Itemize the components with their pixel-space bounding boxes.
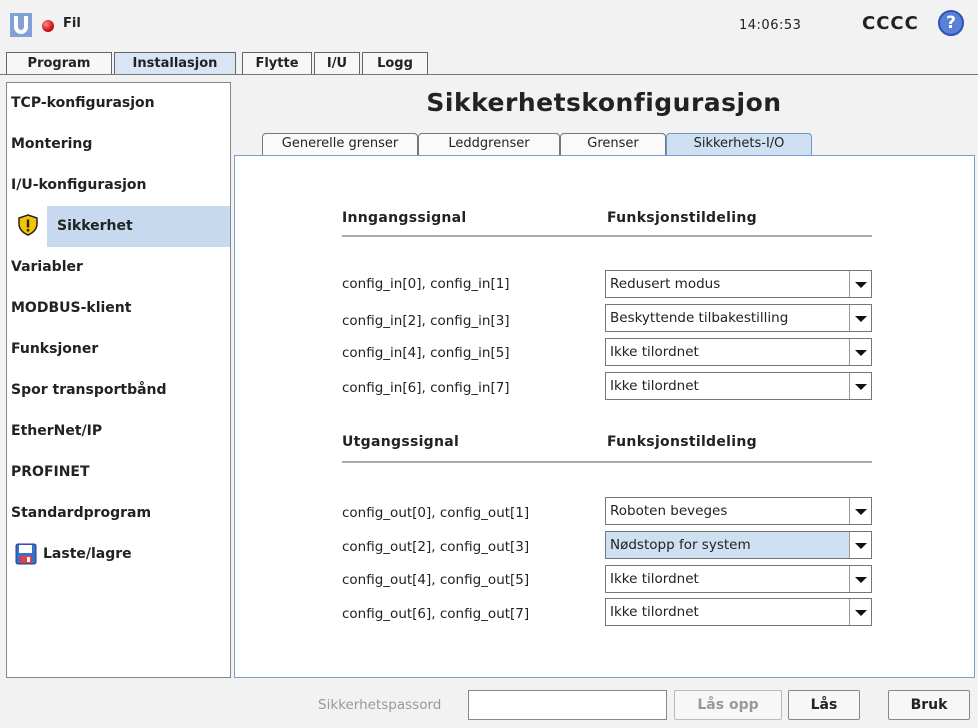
- select-value: Ikke tilordnet: [610, 344, 699, 360]
- tab-grenser[interactable]: Grenser: [560, 133, 666, 155]
- sidebar-item-standardprogram[interactable]: Standardprogram: [7, 493, 230, 534]
- password-field[interactable]: [468, 690, 667, 720]
- chevron-down-icon[interactable]: [849, 566, 871, 592]
- tab-flytte[interactable]: Flytte: [242, 52, 312, 74]
- help-icon[interactable]: ?: [938, 10, 964, 36]
- sidebar-item-ethernet-ip[interactable]: EtherNet/IP: [7, 411, 230, 452]
- chevron-down-icon[interactable]: [849, 271, 871, 297]
- sidebar-item-transportband[interactable]: Spor transportbånd: [7, 370, 230, 411]
- select-value: Ikke tilordnet: [610, 378, 699, 394]
- top-bar: Fil 14:06:53 CCCC ?: [0, 0, 978, 50]
- sidebar-item-laste-lagre[interactable]: Laste/lagre: [7, 534, 230, 575]
- robot-status-icon[interactable]: [42, 20, 54, 32]
- password-label: Sikkerhetspassord: [318, 697, 442, 713]
- input-signal-label: config_in[2], config_in[3]: [342, 313, 510, 329]
- chevron-down-icon[interactable]: [849, 532, 871, 558]
- bottom-bar: Sikkerhetspassord Lås opp Lås Bruk: [0, 683, 978, 728]
- apply-button[interactable]: Bruk: [888, 690, 970, 720]
- select-value: Ikke tilordnet: [610, 604, 699, 620]
- clock: 14:06:53: [739, 18, 802, 33]
- sidebar-item-profinet[interactable]: PROFINET: [7, 452, 230, 493]
- lock-button[interactable]: Lås: [788, 690, 860, 720]
- sidebar-item-iu-konfigurasjon[interactable]: I/U-konfigurasjon: [7, 165, 230, 206]
- input-function-header: Funksjonstildeling: [607, 210, 757, 226]
- robot-name: CCCC: [862, 13, 919, 34]
- ur-logo-icon: [10, 13, 32, 37]
- output-signal-label: config_out[4], config_out[5]: [342, 572, 530, 588]
- sidebar-item-variabler[interactable]: Variabler: [7, 247, 230, 288]
- select-value: Beskyttende tilbakestilling: [610, 310, 789, 326]
- sidebar-item-modbus[interactable]: MODBUS-klient: [7, 288, 230, 329]
- select-value: Ikke tilordnet: [610, 571, 699, 587]
- output-signal-label: config_out[2], config_out[3]: [342, 539, 530, 555]
- output-signal-header: Utgangssignal: [342, 434, 460, 450]
- chevron-down-icon[interactable]: [849, 339, 871, 365]
- sidebar-item-tcp[interactable]: TCP-konfigurasjon: [7, 83, 230, 124]
- chevron-down-icon[interactable]: [849, 599, 871, 625]
- output-function-select[interactable]: Roboten beveges: [605, 497, 872, 525]
- output-function-select[interactable]: Ikke tilordnet: [605, 565, 872, 593]
- tab-generelle-grenser[interactable]: Generelle grenser: [262, 133, 418, 155]
- output-function-header: Funksjonstildeling: [607, 434, 757, 450]
- select-value: Roboten beveges: [610, 503, 728, 519]
- chevron-down-icon[interactable]: [849, 498, 871, 524]
- input-signal-label: config_in[0], config_in[1]: [342, 276, 510, 292]
- unlock-button[interactable]: Lås opp: [674, 690, 782, 720]
- tab-leddgrenser[interactable]: Leddgrenser: [418, 133, 560, 155]
- output-divider: [342, 461, 872, 463]
- sidebar-item-montering[interactable]: Montering: [7, 124, 230, 165]
- output-function-select[interactable]: Nødstopp for system: [605, 531, 872, 559]
- input-function-select[interactable]: Redusert modus: [605, 270, 872, 298]
- chevron-down-icon[interactable]: [849, 305, 871, 331]
- chevron-down-icon[interactable]: [849, 373, 871, 399]
- tab-sikkerhets-io[interactable]: Sikkerhets-I/O: [666, 133, 812, 155]
- input-function-select[interactable]: Beskyttende tilbakestilling: [605, 304, 872, 332]
- sidebar: TCP-konfigurasjon Montering I/U-konfigur…: [6, 82, 231, 678]
- select-value: Redusert modus: [610, 276, 721, 292]
- input-function-select[interactable]: Ikke tilordnet: [605, 338, 872, 366]
- tabs-divider: [0, 74, 978, 75]
- input-signal-label: config_in[4], config_in[5]: [342, 345, 510, 361]
- input-function-select[interactable]: Ikke tilordnet: [605, 372, 872, 400]
- output-function-select[interactable]: Ikke tilordnet: [605, 598, 872, 626]
- output-signal-label: config_out[0], config_out[1]: [342, 505, 530, 521]
- page-title: Sikkerhetskonfigurasjon: [426, 88, 782, 117]
- tab-iu[interactable]: I/U: [314, 52, 360, 74]
- output-signal-label: config_out[6], config_out[7]: [342, 606, 530, 622]
- tab-logg[interactable]: Logg: [362, 52, 428, 74]
- warning-shield-icon: [18, 214, 38, 236]
- select-value: Nødstopp for system: [610, 537, 751, 553]
- sidebar-item-sikkerhet[interactable]: Sikkerhet: [47, 206, 230, 247]
- file-menu[interactable]: Fil: [63, 16, 81, 31]
- tab-program[interactable]: Program: [6, 52, 112, 74]
- tab-installasjon[interactable]: Installasjon: [114, 52, 236, 75]
- input-divider: [342, 235, 872, 237]
- sidebar-item-funksjoner[interactable]: Funksjoner: [7, 329, 230, 370]
- input-signal-label: config_in[6], config_in[7]: [342, 380, 510, 396]
- input-signal-header: Inngangssignal: [342, 210, 467, 226]
